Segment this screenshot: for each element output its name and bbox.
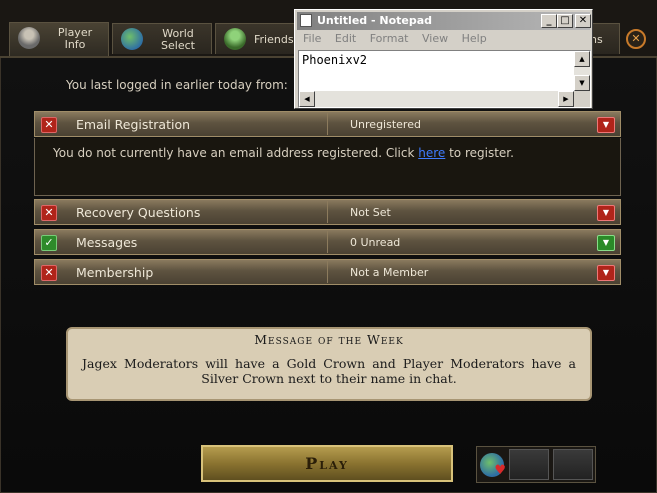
row-value: Not Set: [350, 206, 391, 219]
row-email-registration[interactable]: ✕ Email Registration Unregistered ▼: [34, 111, 621, 137]
divider: [327, 261, 328, 283]
status-x-icon: ✕: [41, 205, 57, 221]
register-link[interactable]: here: [418, 146, 445, 160]
expand-arrow-icon[interactable]: ▼: [597, 265, 615, 281]
expand-arrow-icon[interactable]: ▼: [597, 235, 615, 251]
tab-world-select[interactable]: World Select: [112, 23, 212, 54]
notepad-titlebar[interactable]: Untitled - Notepad _ □ ✕: [297, 12, 591, 30]
menu-format[interactable]: Format: [370, 32, 409, 45]
globe-icon: [121, 28, 143, 50]
motw-body: Jagex Moderators will have a Gold Crown …: [82, 356, 576, 386]
row-label: Email Registration: [76, 117, 191, 132]
close-icon[interactable]: ✕: [626, 29, 646, 49]
notepad-menubar: File Edit Format View Help: [298, 32, 589, 50]
friends-icon: [224, 28, 246, 50]
close-icon[interactable]: ✕: [575, 14, 591, 28]
row-membership[interactable]: ✕ Membership Not a Member ▼: [34, 259, 621, 285]
notepad-icon: [300, 14, 312, 27]
resize-grip-icon[interactable]: [574, 91, 590, 107]
row-label: Membership: [76, 265, 154, 280]
last-login-text: You last logged in earlier today from:: [66, 78, 288, 92]
globe-heart-icon[interactable]: ♥: [480, 453, 506, 478]
row-label: Messages: [76, 235, 138, 250]
row-value: Unregistered: [350, 118, 421, 131]
scroll-right-icon[interactable]: ▶: [558, 91, 574, 107]
tab-friends-label: Friends: [254, 33, 294, 46]
tab-player-info[interactable]: Player Info: [9, 22, 109, 56]
slot-2[interactable]: [553, 449, 593, 480]
scroll-down-icon[interactable]: ▼: [574, 75, 590, 91]
email-detail-panel: You do not currently have an email addre…: [34, 138, 621, 196]
notepad-content: Phoenixv2: [302, 53, 368, 67]
play-button[interactable]: Play: [201, 445, 453, 482]
notepad-title: Untitled - Notepad: [317, 14, 433, 27]
notepad-window: Untitled - Notepad _ □ ✕ File Edit Forma…: [294, 9, 593, 109]
vertical-scrollbar[interactable]: ▲ ▼: [574, 51, 590, 91]
motw-title: Message of the Week: [254, 332, 404, 347]
row-value: 0 Unread: [350, 236, 401, 249]
tab-friends[interactable]: Friends: [215, 23, 300, 54]
row-label: Recovery Questions: [76, 205, 201, 220]
slot-1[interactable]: [509, 449, 549, 480]
divider: [327, 231, 328, 253]
menu-file[interactable]: File: [303, 32, 321, 45]
menu-help[interactable]: Help: [462, 32, 487, 45]
row-value: Not a Member: [350, 266, 429, 279]
menu-edit[interactable]: Edit: [335, 32, 356, 45]
notepad-text-area[interactable]: Phoenixv2 ▲ ▼ ◀ ▶: [298, 50, 591, 108]
scroll-up-icon[interactable]: ▲: [574, 51, 590, 67]
row-recovery-questions[interactable]: ✕ Recovery Questions Not Set ▼: [34, 199, 621, 225]
status-check-icon: ✓: [41, 235, 57, 251]
email-detail-text-end: to register.: [445, 146, 514, 160]
horizontal-scrollbar[interactable]: ◀ ▶: [299, 91, 574, 107]
tab-player-info-label: Player Info: [57, 26, 93, 51]
tab-world-select-label: World Select: [161, 27, 195, 52]
expand-arrow-icon[interactable]: ▼: [597, 205, 615, 221]
minimize-icon[interactable]: _: [541, 14, 557, 28]
player-icon: [18, 27, 40, 49]
row-messages[interactable]: ✓ Messages 0 Unread ▼: [34, 229, 621, 255]
expand-arrow-icon[interactable]: ▼: [597, 117, 615, 133]
email-detail-text: You do not currently have an email addre…: [53, 146, 419, 160]
status-x-icon: ✕: [41, 265, 57, 281]
status-x-icon: ✕: [41, 117, 57, 133]
tab-options-label: ns: [590, 33, 603, 46]
maximize-icon[interactable]: □: [557, 14, 573, 28]
message-of-the-week: Message of the Week Jagex Moderators wil…: [66, 327, 592, 401]
heart-icon: ♥: [494, 463, 506, 478]
divider: [327, 113, 328, 135]
bottom-slots: ♥: [476, 446, 596, 483]
menu-view[interactable]: View: [422, 32, 448, 45]
divider: [327, 201, 328, 223]
scroll-left-icon[interactable]: ◀: [299, 91, 315, 107]
